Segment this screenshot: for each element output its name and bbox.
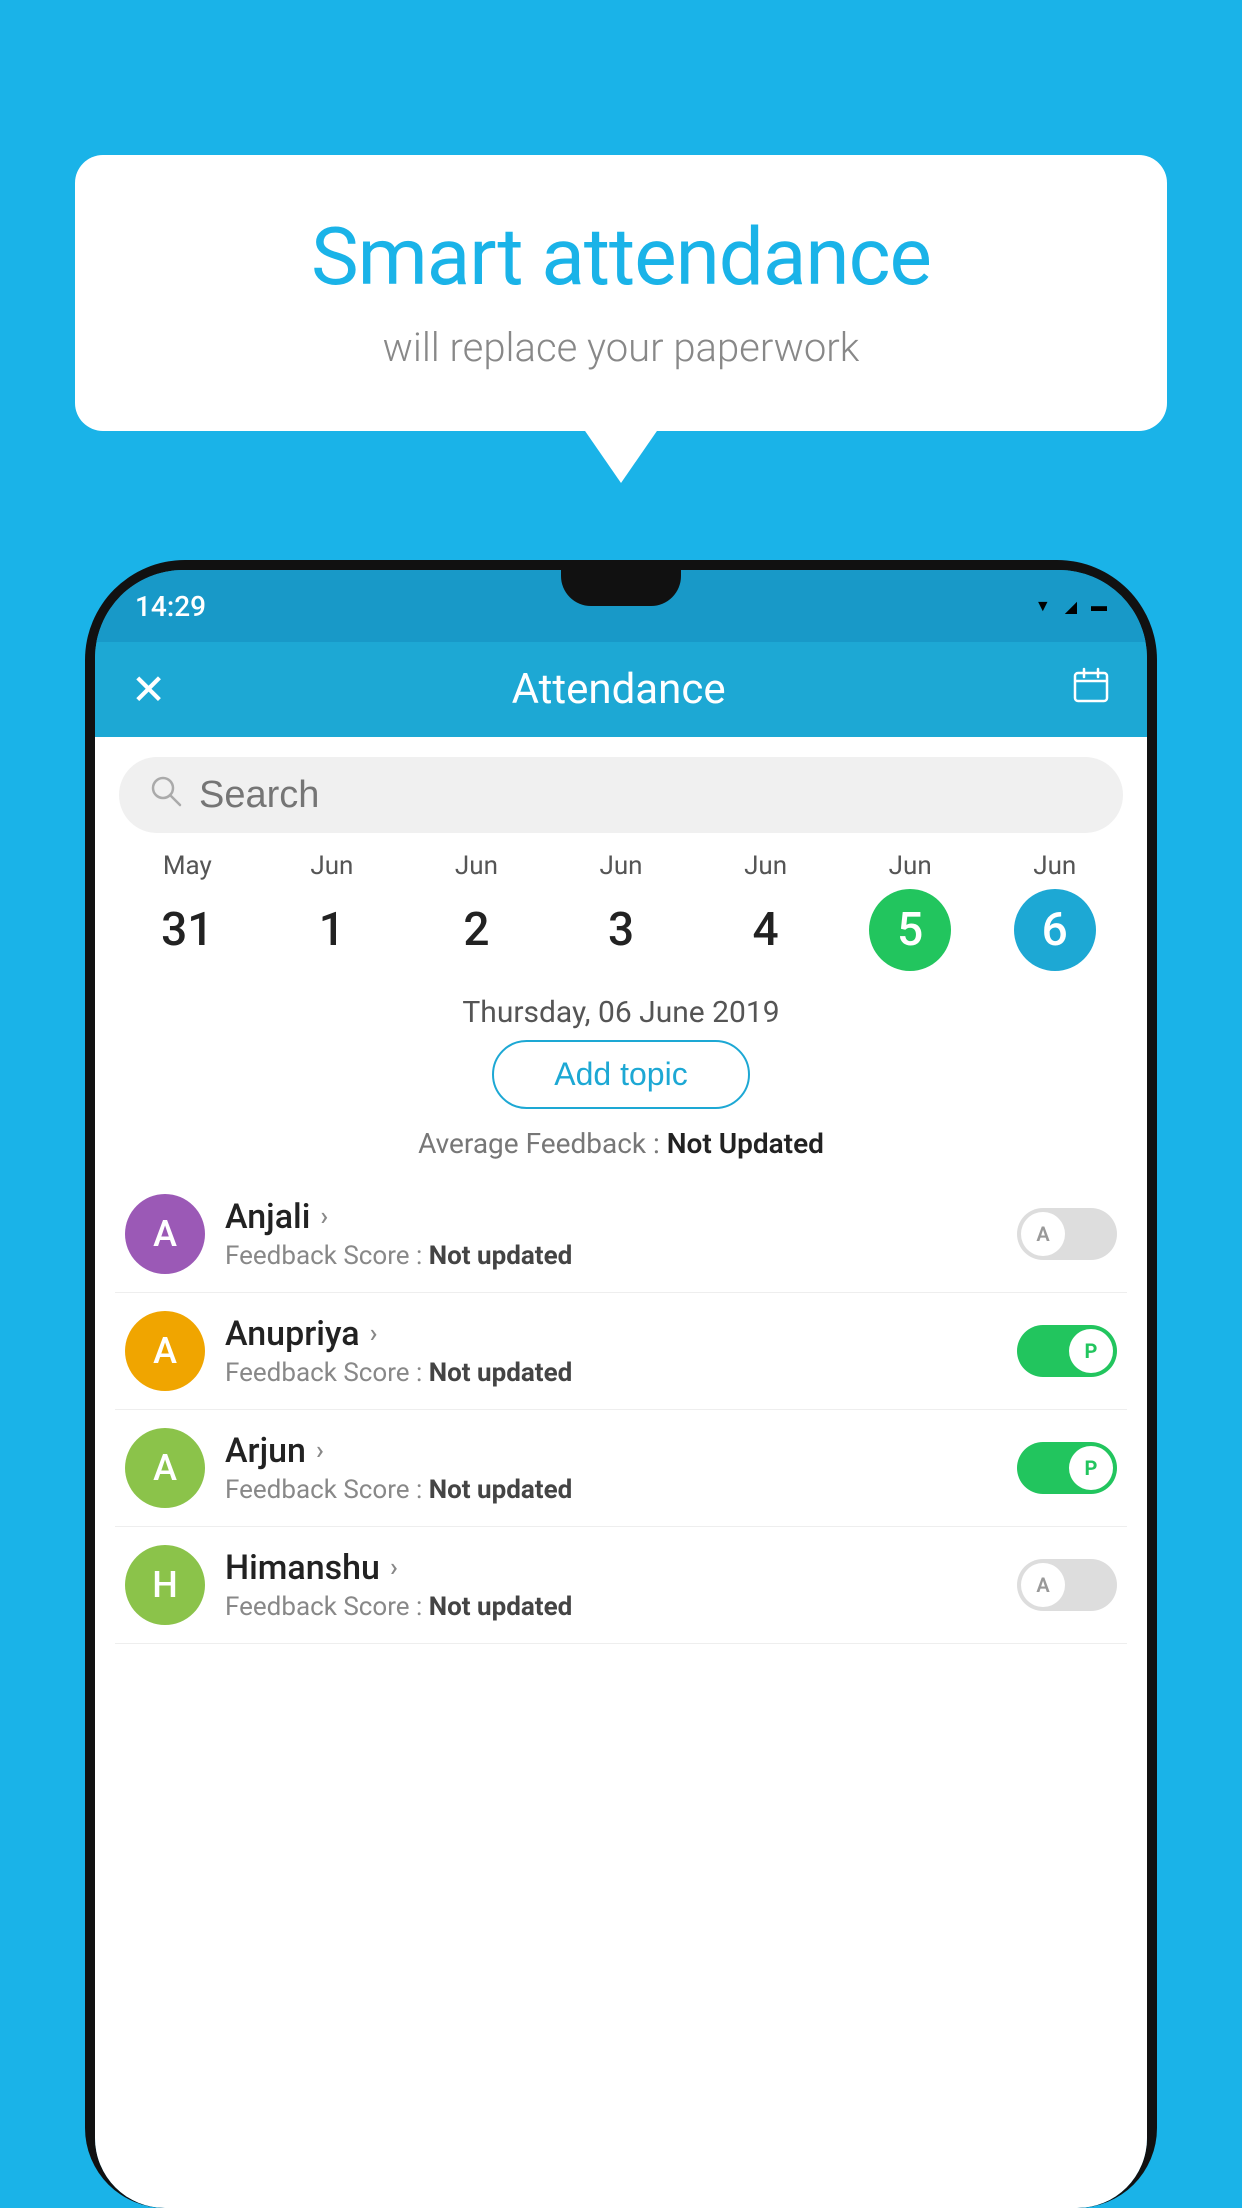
student-item[interactable]: A Arjun › Feedback Score : Not updated P xyxy=(115,1410,1127,1527)
calendar-day[interactable]: Jun 4 xyxy=(693,851,838,971)
cal-month-label: Jun xyxy=(744,851,787,881)
phone-content: May 31 Jun 1 Jun 2 Jun 3 Jun 4 Jun 5 Jun 6 Thursday, … xyxy=(95,737,1147,2208)
phone-inner: 14:29 ▼ ◢ ▬ ✕ Attendance xyxy=(95,570,1147,2208)
calendar-day[interactable]: May 31 xyxy=(115,851,260,971)
status-time: 14:29 xyxy=(135,590,206,623)
student-item[interactable]: A Anupriya › Feedback Score : Not updated P xyxy=(115,1293,1127,1410)
student-feedback: Feedback Score : Not updated xyxy=(225,1475,997,1505)
chevron-icon: › xyxy=(390,1553,398,1583)
cal-date-number: 3 xyxy=(580,889,662,971)
student-info: Anjali › Feedback Score : Not updated xyxy=(225,1197,997,1271)
toggle-knob: P xyxy=(1069,1446,1113,1490)
cal-date-number: 1 xyxy=(291,889,373,971)
attendance-toggle[interactable]: P xyxy=(1017,1442,1117,1494)
calendar-day[interactable]: Jun 2 xyxy=(404,851,549,971)
calendar-day[interactable]: Jun 1 xyxy=(260,851,405,971)
student-info: Arjun › Feedback Score : Not updated xyxy=(225,1431,997,1505)
toggle-knob: P xyxy=(1069,1329,1113,1373)
attendance-toggle[interactable]: A xyxy=(1017,1208,1117,1260)
chevron-icon: › xyxy=(370,1319,378,1349)
student-item[interactable]: H Himanshu › Feedback Score : Not updated A xyxy=(115,1527,1127,1644)
search-icon xyxy=(149,774,183,817)
avatar: A xyxy=(125,1194,205,1274)
student-name: Anupriya › xyxy=(225,1314,997,1354)
calendar-day[interactable]: Jun 3 xyxy=(549,851,694,971)
search-bar[interactable] xyxy=(119,757,1123,833)
selected-date-label: Thursday, 06 June 2019 xyxy=(95,981,1147,1040)
close-button[interactable]: ✕ xyxy=(131,665,166,715)
student-list: AAnjali ›Feedback Score : Not updatedAAA… xyxy=(95,1176,1147,1644)
bubble-title: Smart attendance xyxy=(135,210,1107,304)
cal-date-number: 4 xyxy=(725,889,807,971)
toggle-knob: A xyxy=(1021,1212,1065,1256)
add-topic-button[interactable]: Add topic xyxy=(492,1040,749,1109)
toggle-knob: A xyxy=(1021,1563,1065,1607)
top-bar: ✕ Attendance xyxy=(95,642,1147,737)
attendance-toggle[interactable]: P xyxy=(1017,1325,1117,1377)
avatar: H xyxy=(125,1545,205,1625)
student-name: Anjali › xyxy=(225,1197,997,1237)
speech-bubble-container: Smart attendance will replace your paper… xyxy=(75,155,1167,431)
cal-date-number: 31 xyxy=(146,889,228,971)
cal-month-label: Jun xyxy=(600,851,643,881)
average-feedback: Average Feedback : Not Updated xyxy=(95,1127,1147,1160)
signal-icon: ◢ xyxy=(1065,597,1077,616)
chevron-icon: › xyxy=(316,1436,324,1466)
student-info: Anupriya › Feedback Score : Not updated xyxy=(225,1314,997,1388)
cal-date-number: 2 xyxy=(435,889,517,971)
chevron-icon: › xyxy=(320,1202,328,1232)
student-info: Himanshu › Feedback Score : Not updated xyxy=(225,1548,997,1622)
phone-frame: 14:29 ▼ ◢ ▬ ✕ Attendance xyxy=(85,560,1157,2208)
cal-month-label: May xyxy=(163,851,212,881)
cal-date-number: 5 xyxy=(869,889,951,971)
attendance-toggle[interactable]: A xyxy=(1017,1559,1117,1611)
speech-bubble: Smart attendance will replace your paper… xyxy=(75,155,1167,431)
feedback-value: Not Updated xyxy=(667,1127,824,1160)
student-name: Arjun › xyxy=(225,1431,997,1471)
wifi-icon: ▼ xyxy=(1035,596,1051,616)
calendar-icon[interactable] xyxy=(1071,665,1111,715)
calendar-strip: May 31 Jun 1 Jun 2 Jun 3 Jun 4 Jun 5 Jun 6 xyxy=(95,833,1147,981)
status-icons: ▼ ◢ ▬ xyxy=(1035,596,1107,616)
search-input[interactable] xyxy=(199,774,1093,817)
screen-title: Attendance xyxy=(512,665,726,714)
student-name: Himanshu › xyxy=(225,1548,997,1588)
bubble-subtitle: will replace your paperwork xyxy=(135,324,1107,371)
student-feedback: Feedback Score : Not updated xyxy=(225,1592,997,1622)
student-feedback: Feedback Score : Not updated xyxy=(225,1358,997,1388)
cal-month-label: Jun xyxy=(889,851,932,881)
notch xyxy=(561,570,681,606)
cal-month-label: Jun xyxy=(310,851,353,881)
feedback-label: Average Feedback : xyxy=(418,1127,667,1160)
cal-month-label: Jun xyxy=(455,851,498,881)
cal-month-label: Jun xyxy=(1033,851,1076,881)
status-bar: 14:29 ▼ ◢ ▬ xyxy=(95,570,1147,642)
avatar: A xyxy=(125,1311,205,1391)
student-item[interactable]: A Anjali › Feedback Score : Not updated A xyxy=(115,1176,1127,1293)
calendar-day[interactable]: Jun 6 xyxy=(982,851,1127,971)
avatar: A xyxy=(125,1428,205,1508)
cal-date-number: 6 xyxy=(1014,889,1096,971)
student-feedback: Feedback Score : Not updated xyxy=(225,1241,997,1271)
calendar-day[interactable]: Jun 5 xyxy=(838,851,983,971)
battery-icon: ▬ xyxy=(1091,596,1107,616)
